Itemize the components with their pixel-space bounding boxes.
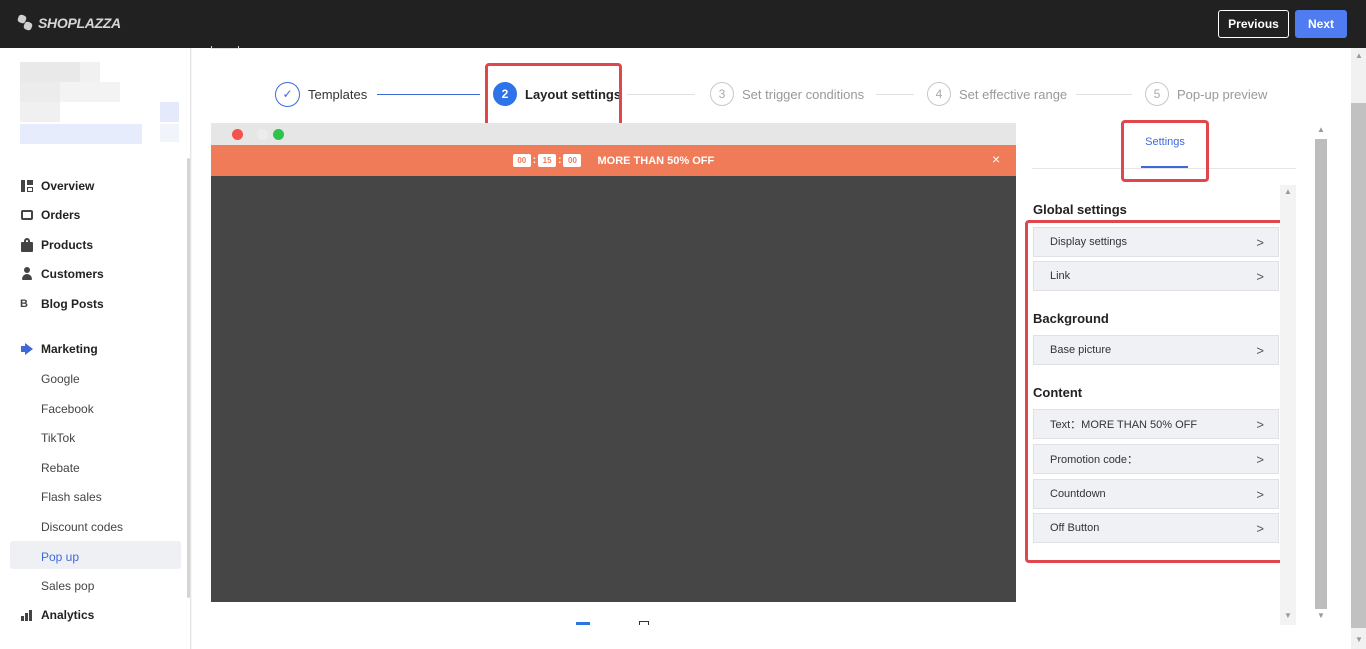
sub-item-facebook[interactable]: Facebook (41, 402, 94, 416)
step-number: 4 (927, 82, 951, 106)
section-title-global: Global settings (1033, 202, 1127, 217)
yellow-dot-icon (257, 129, 268, 140)
sidebar-item-label: Blog Posts (41, 297, 104, 311)
step-trigger-conditions[interactable]: 3 Set trigger conditions (710, 82, 864, 106)
shoplazza-logo[interactable]: SHOPLAZZA (16, 13, 121, 32)
step-label: Pop-up preview (1177, 86, 1268, 102)
step-effective-range[interactable]: 4 Set effective range (927, 82, 1067, 106)
step-label: Set effective range (959, 86, 1068, 102)
sub-item-google[interactable]: Google (41, 372, 80, 386)
sidebar-item-label: Overview (41, 179, 95, 193)
megaphone-icon (20, 342, 34, 356)
step-connector (627, 94, 695, 95)
sidebar-item-label: Products (41, 238, 94, 252)
browser-bar (211, 123, 1016, 145)
scroll-up-icon[interactable]: ▲ (1317, 125, 1325, 134)
inbox-icon (20, 208, 34, 222)
sub-item-pop-up[interactable]: Pop up (41, 550, 79, 564)
green-dot-icon (273, 129, 284, 140)
scroll-up-icon[interactable]: ▲ (1355, 51, 1363, 60)
bag-icon (20, 238, 34, 252)
step-connector (876, 94, 914, 95)
scroll-down-icon[interactable]: ▼ (1284, 611, 1292, 620)
sub-item-sales-pop[interactable]: Sales pop (41, 579, 94, 593)
check-icon: ✓ (275, 81, 300, 107)
red-dot-icon (232, 129, 243, 140)
panel-scrollbar[interactable]: ▲ ▼ (1313, 123, 1329, 625)
step-label: Set trigger conditions (742, 86, 865, 102)
dashboard-icon (20, 179, 34, 193)
step-label: Templates (308, 86, 368, 102)
highlight-box (1025, 220, 1289, 563)
countdown-seconds: 00 (563, 154, 582, 167)
sub-item-rebate[interactable]: Rebate (41, 461, 80, 475)
sidebar: Overview Orders Products Customers B Blo… (0, 48, 191, 649)
sidebar-item-overview[interactable]: Overview (20, 174, 94, 198)
sub-item-flash-sales[interactable]: Flash sales (41, 490, 102, 504)
step-connector (377, 94, 480, 95)
bar-chart-icon (20, 608, 34, 622)
sub-item-tiktok[interactable]: TikTok (41, 431, 75, 445)
sidebar-item-products[interactable]: Products (20, 233, 93, 257)
sub-item-discount-codes[interactable]: Discount codes (41, 520, 123, 534)
close-icon[interactable]: × (992, 151, 1000, 167)
back-button-edge[interactable] (211, 46, 239, 49)
mobile-icon[interactable] (639, 621, 649, 625)
sidebar-item-label: Marketing (41, 342, 98, 356)
settings-scrollbar[interactable]: ▲ ▼ (1280, 185, 1296, 625)
active-sub-highlight (10, 541, 181, 569)
sidebar-item-orders[interactable]: Orders (20, 203, 80, 227)
step-number: 5 (1145, 82, 1169, 106)
countdown-minutes: 15 (538, 154, 557, 167)
logo-text: SHOPLAZZA (38, 15, 121, 31)
logo-mark-icon (16, 13, 34, 32)
step-popup-preview[interactable]: 5 Pop-up preview (1145, 82, 1267, 106)
person-icon (20, 267, 34, 281)
top-bar: SHOPLAZZA Previous Next (0, 0, 1366, 48)
countdown-hours: 00 (512, 154, 531, 167)
sidebar-item-label: Customers (41, 267, 104, 281)
desktop-icon[interactable] (576, 622, 590, 625)
scroll-down-icon[interactable]: ▼ (1355, 635, 1363, 644)
sidebar-item-label: Analytics (41, 608, 95, 622)
popup-preview: 00 : 15 : 00 MORE THAN 50% OFF × (211, 123, 1016, 625)
sidebar-item-blog-posts[interactable]: B Blog Posts (20, 292, 104, 316)
scroll-up-icon[interactable]: ▲ (1284, 187, 1292, 196)
highlight-box (1121, 120, 1209, 182)
sidebar-item-analytics[interactable]: Analytics (20, 603, 94, 627)
scroll-down-icon[interactable]: ▼ (1317, 611, 1325, 620)
blog-icon: B (20, 298, 28, 310)
colon: : (558, 155, 562, 166)
step-templates[interactable]: ✓ Templates (275, 81, 368, 107)
sidebar-scrollbar[interactable] (187, 158, 190, 598)
next-button[interactable]: Next (1295, 10, 1347, 38)
page-overlay (211, 176, 1016, 602)
step-number: 3 (710, 82, 734, 106)
scroll-thumb[interactable] (1351, 103, 1366, 628)
highlight-box (485, 63, 622, 127)
scroll-thumb[interactable] (1315, 139, 1327, 609)
banner-text: MORE THAN 50% OFF (597, 154, 715, 167)
sidebar-item-customers[interactable]: Customers (20, 262, 104, 286)
sidebar-item-marketing[interactable]: Marketing (20, 337, 98, 361)
promo-banner[interactable]: 00 : 15 : 00 MORE THAN 50% OFF × (211, 145, 1016, 176)
page-scrollbar[interactable]: ▲ ▼ (1351, 48, 1366, 649)
previous-button[interactable]: Previous (1218, 10, 1289, 38)
step-connector (1076, 94, 1132, 95)
sidebar-item-label: Orders (41, 208, 81, 222)
colon: : (532, 155, 537, 166)
